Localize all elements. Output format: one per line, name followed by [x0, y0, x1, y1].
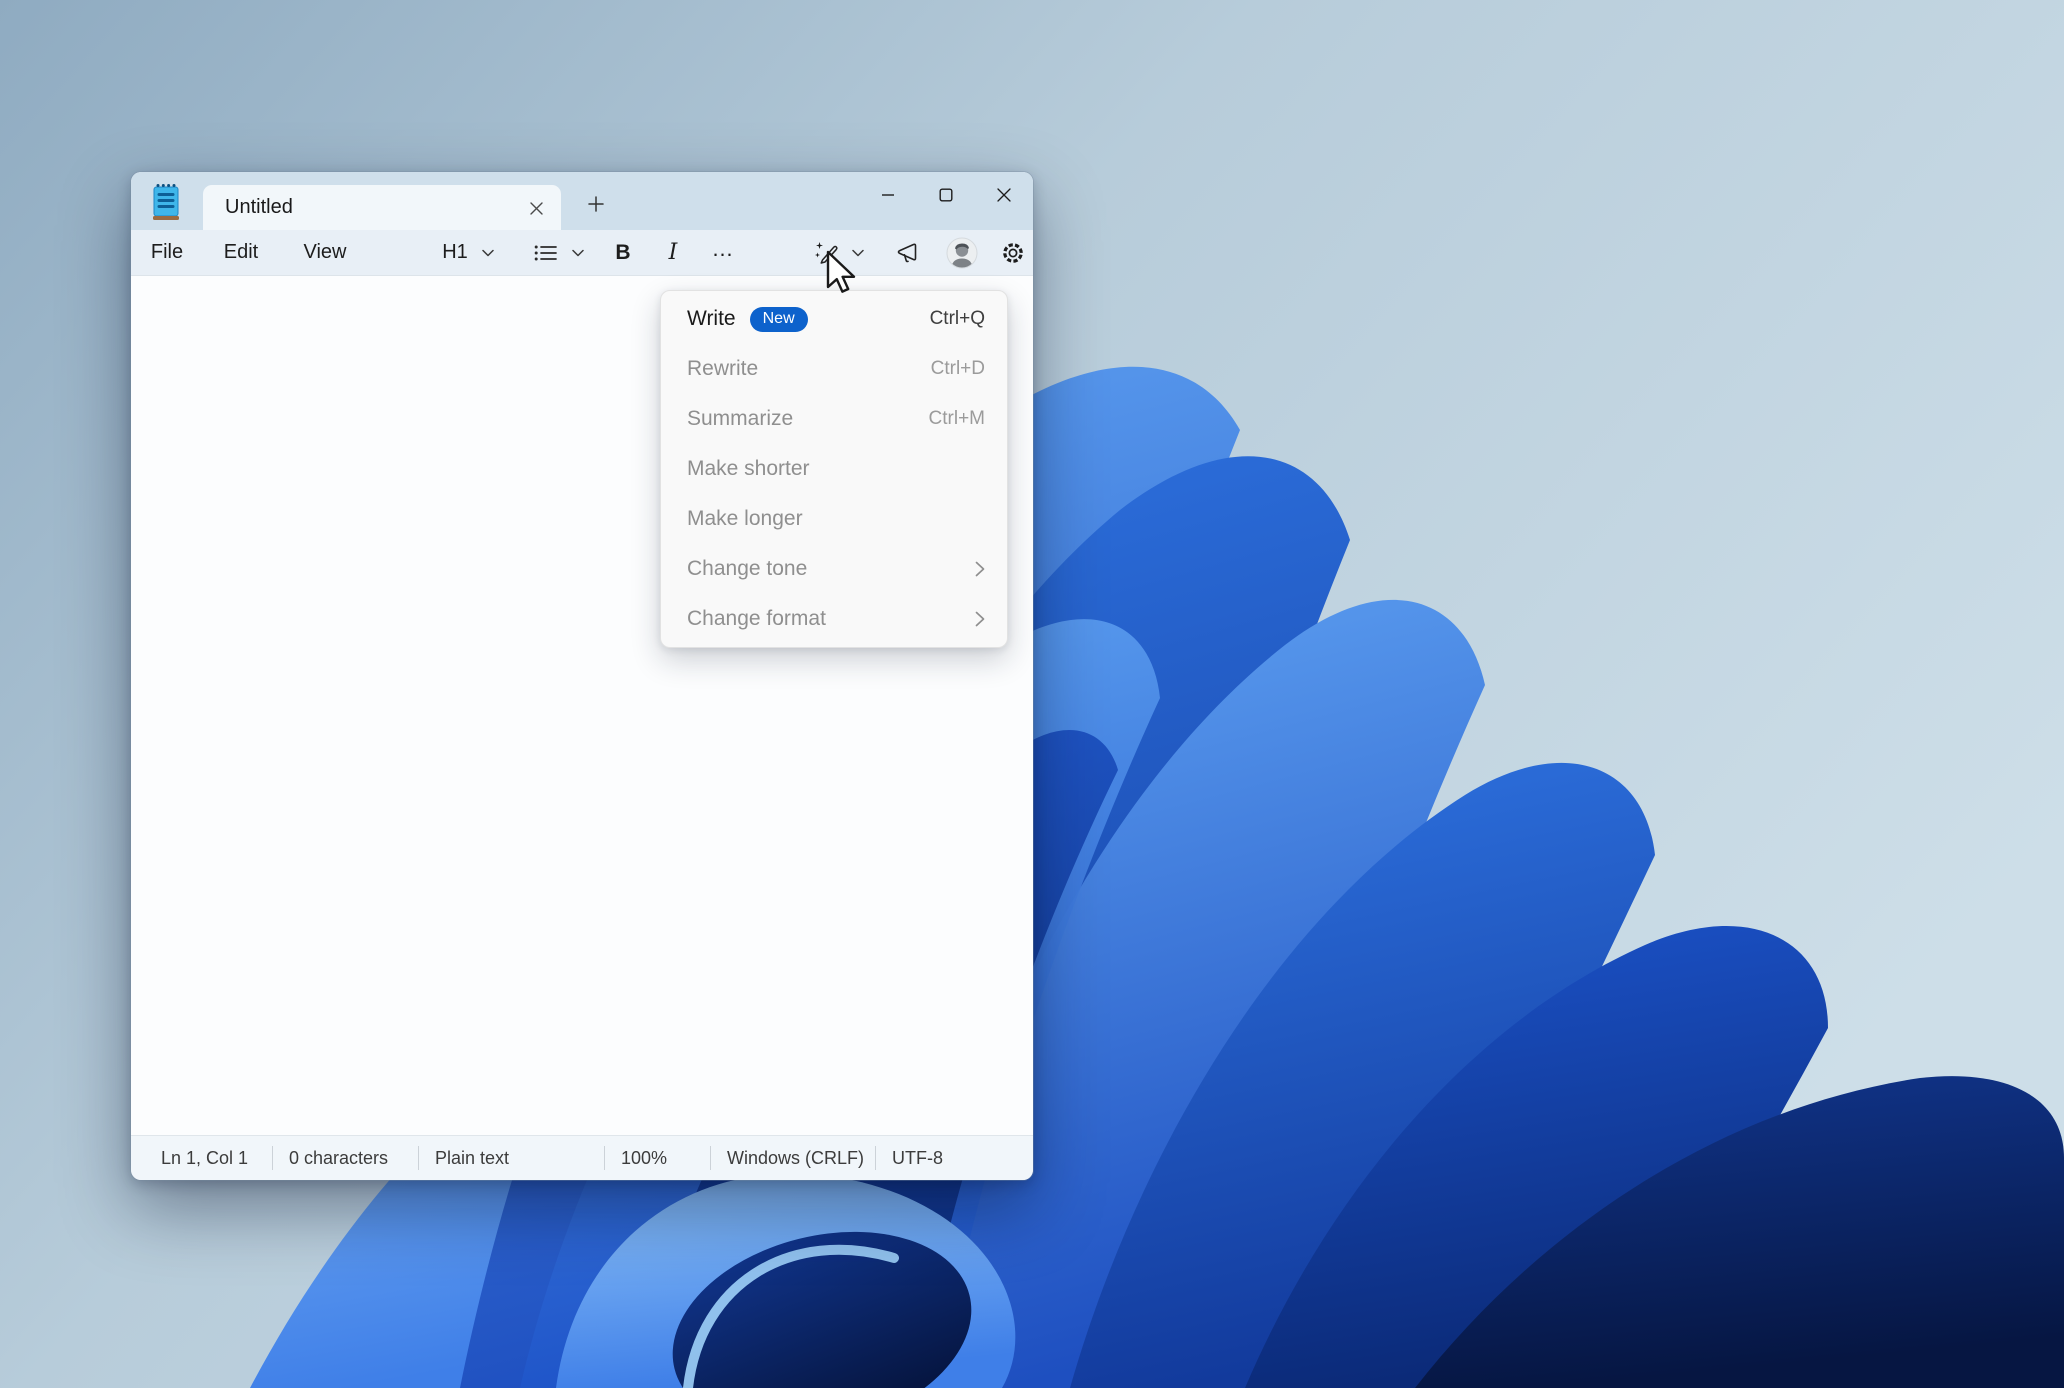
status-encoding: UTF-8 [876, 1136, 943, 1180]
new-badge: New [750, 307, 808, 332]
menu-item-label: Write [687, 307, 736, 331]
menu-item-make-shorter[interactable]: Make shorter [661, 444, 1007, 494]
maximize-button[interactable] [917, 172, 975, 218]
menu-item-summarize[interactable]: Summarize Ctrl+M [661, 394, 1007, 444]
menu-item-make-longer[interactable]: Make longer [661, 494, 1007, 544]
user-avatar [946, 237, 978, 269]
menu-item-rewrite[interactable]: Rewrite Ctrl+D [661, 344, 1007, 394]
chevron-right-icon [975, 561, 985, 577]
account-button[interactable] [940, 235, 984, 271]
mouse-cursor [826, 250, 860, 298]
notepad-icon [151, 183, 181, 221]
caption-controls [859, 172, 1033, 218]
new-tab-button[interactable] [579, 187, 613, 221]
status-cursor-position: Ln 1, Col 1 [131, 1136, 272, 1180]
menu-item-label: Make shorter [687, 457, 810, 481]
menu-item-shortcut: Ctrl+Q [930, 308, 985, 330]
tab-title: Untitled [203, 196, 293, 219]
status-character-count: 0 characters [273, 1136, 418, 1180]
more-options-button[interactable]: … [701, 235, 745, 271]
menu-item-label: Summarize [687, 407, 793, 431]
heading-style-label: H1 [442, 241, 468, 264]
toolbar: File Edit View H1 B [131, 230, 1033, 276]
feedback-button[interactable] [887, 235, 931, 271]
menu-view[interactable]: View [290, 235, 361, 271]
bold-button[interactable]: B [603, 235, 643, 271]
list-dropdown[interactable] [515, 235, 603, 271]
status-bar: Ln 1, Col 1 0 characters Plain text 100%… [131, 1135, 1033, 1180]
notepad-app-icon [145, 181, 187, 223]
menu-edit[interactable]: Edit [210, 235, 272, 271]
chevron-right-icon [975, 611, 985, 627]
menu-item-write[interactable]: Write New Ctrl+Q [661, 294, 1007, 344]
close-icon [997, 188, 1011, 202]
menu-item-change-format[interactable]: Change format [661, 594, 1007, 644]
menu-item-shortcut: Ctrl+D [931, 358, 985, 380]
titlebar-drag-region[interactable]: Untitled [131, 172, 1033, 230]
status-line-ending: Windows (CRLF) [711, 1136, 875, 1180]
ai-rewrite-menu: Write New Ctrl+Q Rewrite Ctrl+D Summariz… [660, 290, 1008, 648]
tab-untitled[interactable]: Untitled [203, 185, 561, 230]
gear-icon [1000, 240, 1026, 266]
menu-item-label: Change tone [687, 557, 807, 581]
chevron-down-icon [482, 249, 494, 257]
bullet-list-icon [534, 243, 558, 263]
close-icon [530, 202, 543, 215]
italic-button[interactable]: I [653, 235, 693, 271]
menu-item-shortcut: Ctrl+M [929, 408, 985, 430]
menu-item-label: Change format [687, 607, 826, 631]
menu-item-label: Make longer [687, 507, 803, 531]
close-window-button[interactable] [975, 172, 1033, 218]
minimize-icon [881, 188, 895, 202]
desktop: Untitled [0, 0, 2064, 1388]
status-zoom-level[interactable]: 100% [605, 1136, 710, 1180]
menu-item-label: Rewrite [687, 357, 758, 381]
heading-style-dropdown[interactable]: H1 [425, 235, 511, 271]
maximize-icon [939, 188, 953, 202]
chevron-down-icon [572, 249, 584, 257]
status-document-type: Plain text [419, 1136, 604, 1180]
minimize-button[interactable] [859, 172, 917, 218]
menu-item-change-tone[interactable]: Change tone [661, 544, 1007, 594]
plus-icon [588, 196, 604, 212]
settings-button[interactable] [991, 235, 1035, 271]
tab-close-button[interactable] [521, 193, 551, 223]
menu-file[interactable]: File [137, 235, 197, 271]
megaphone-icon [896, 241, 922, 265]
